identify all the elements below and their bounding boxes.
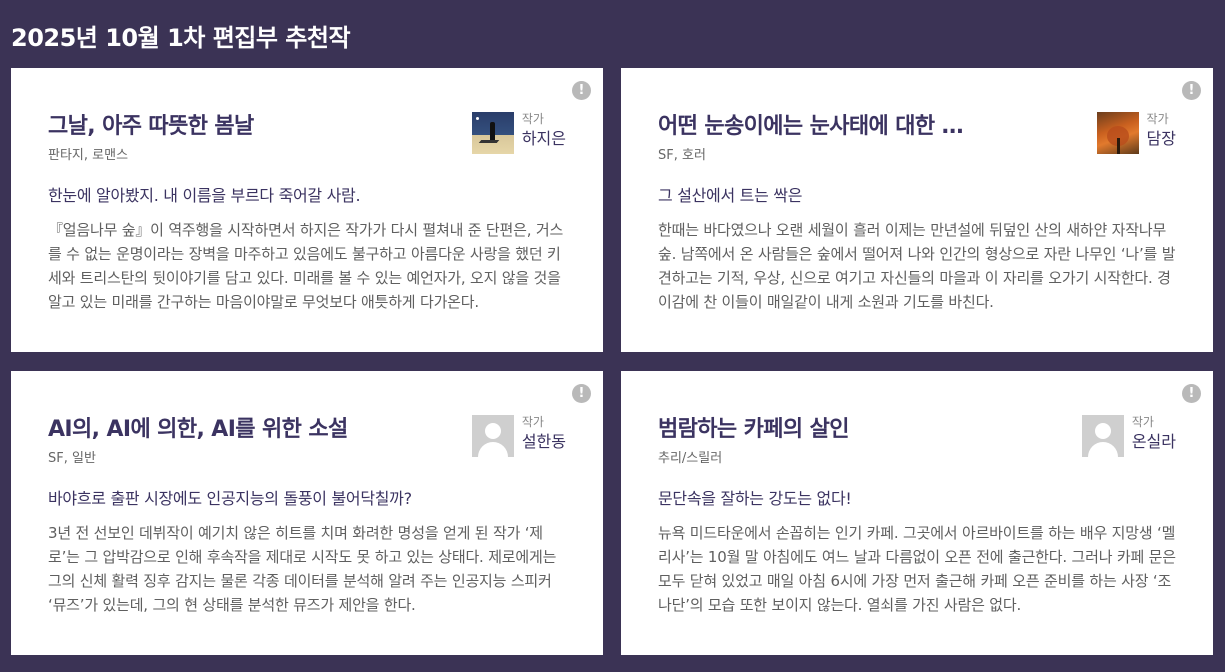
author-name[interactable]: 담장 (1147, 128, 1176, 150)
card-tagline: 문단속을 잘하는 강도는 없다! (658, 489, 852, 508)
report-icon[interactable]: ! (1182, 384, 1201, 403)
card-title[interactable]: 어떤 눈송이에는 눈사태에 대한 책임이 있다 (658, 108, 978, 140)
recommendation-card[interactable]: ! 어떤 눈송이에는 눈사태에 대한 책임이 있다 SF, 호러 작가 담장 그… (621, 68, 1213, 352)
cover-thumbnail[interactable] (471, 112, 514, 154)
author-name[interactable]: 온실라 (1132, 431, 1176, 453)
report-icon[interactable]: ! (572, 81, 591, 100)
card-description: 뉴욕 미드타운에서 손꼽히는 인기 카페. 그곳에서 아르바이트를 하는 배우 … (658, 524, 1176, 614)
card-genre: SF, 호러 (658, 148, 706, 163)
author-role-label: 작가 (521, 112, 544, 126)
card-genre: 판타지, 로맨스 (48, 148, 129, 163)
page-title: 2025년 10월 1차 편집부 추천작 (11, 24, 351, 52)
author-role-label: 작가 (521, 415, 544, 429)
author-name[interactable]: 하지은 (522, 128, 566, 150)
default-avatar-icon[interactable] (1081, 415, 1124, 457)
card-tagline: 바야흐로 출판 시장에도 인공지능의 돌풍이 불어닥칠까? (48, 489, 412, 508)
recommendation-card[interactable]: ! 그날, 아주 따뜻한 봄날 판타지, 로맨스 작가 하지은 한눈에 알아봤지… (11, 68, 603, 352)
author-block[interactable]: 작가 하지은 (471, 112, 566, 154)
author-name[interactable]: 설한동 (522, 431, 566, 453)
card-description: 3년 전 선보인 데뷔작이 예기치 않은 히트를 치며 화려한 명성을 얻게 된… (48, 524, 557, 614)
report-icon[interactable]: ! (1182, 81, 1201, 100)
recommendation-card[interactable]: ! AI의, AI에 의한, AI를 위한 소설 SF, 일반 작가 설한동 바… (11, 371, 603, 655)
card-tagline: 한눈에 알아봤지. 내 이름을 부르다 죽어갈 사람. (48, 186, 361, 205)
card-tagline: 그 설산에서 트는 싹은 (658, 186, 803, 205)
author-block[interactable]: 작가 온실라 (1081, 415, 1176, 457)
card-genre: SF, 일반 (48, 451, 96, 466)
author-block[interactable]: 작가 설한동 (471, 415, 566, 457)
recommendation-card[interactable]: ! 범람하는 카페의 살인 추리/스릴러 작가 온실라 문단속을 잘하는 강도는… (621, 371, 1213, 655)
card-description: 한때는 바다였으나 오랜 세월이 흘러 이제는 만년설에 뒤덮인 산의 새하얀 … (658, 221, 1176, 311)
default-avatar-icon[interactable] (471, 415, 514, 457)
author-role-label: 작가 (1131, 415, 1154, 429)
card-title[interactable]: AI의, AI에 의한, AI를 위한 소설 (48, 411, 448, 443)
author-role-label: 작가 (1146, 112, 1169, 126)
card-description: 『얼음나무 숲』이 역주행을 시작하면서 하지은 작가가 다시 펼쳐내 준 단편… (48, 221, 564, 311)
author-block[interactable]: 작가 담장 (1096, 112, 1176, 154)
report-icon[interactable]: ! (572, 384, 591, 403)
card-genre: 추리/스릴러 (658, 451, 723, 466)
cover-thumbnail[interactable] (1096, 112, 1139, 154)
card-title[interactable]: 범람하는 카페의 살인 (658, 411, 1058, 443)
card-title[interactable]: 그날, 아주 따뜻한 봄날 (48, 108, 448, 140)
